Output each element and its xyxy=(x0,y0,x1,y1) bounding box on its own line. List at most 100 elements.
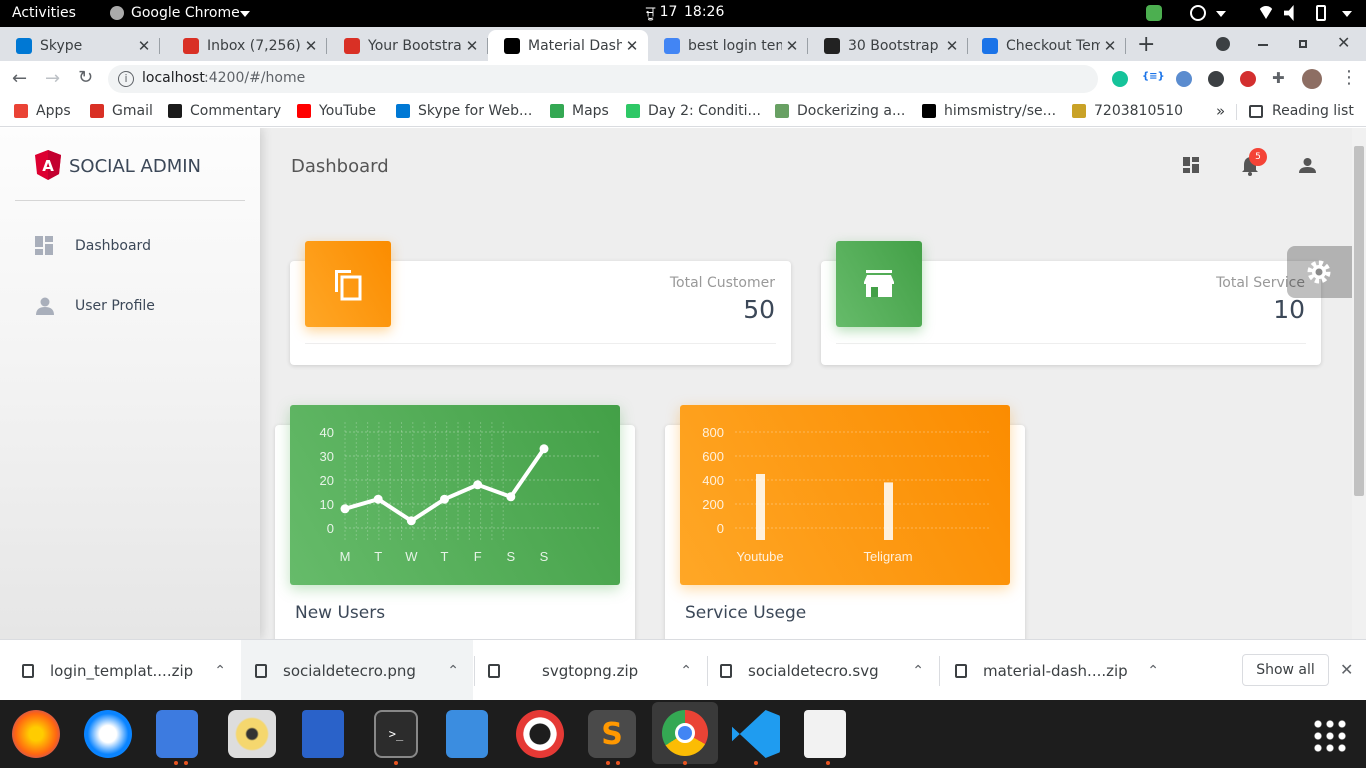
extension-icon[interactable] xyxy=(1176,71,1192,87)
sidebar-divider xyxy=(15,200,245,201)
download-item[interactable]: material-dash....zip ⌃ xyxy=(941,640,1173,701)
bookmark-item[interactable]: Skype for Web... xyxy=(396,103,532,119)
bookmark-item[interactable]: 7203810510 xyxy=(1072,103,1183,119)
chevron-up-icon[interactable]: ⌃ xyxy=(214,663,226,679)
bookmark-item[interactable]: Commentary xyxy=(168,103,281,119)
chevron-up-icon[interactable]: ⌃ xyxy=(447,663,459,679)
page-scrollbar[interactable] xyxy=(1352,128,1366,639)
tab-2[interactable]: Your Bootstra ✕ xyxy=(328,30,488,61)
tab-1[interactable]: Inbox (7,256) - ✕ xyxy=(167,30,327,61)
back-icon[interactable]: ← xyxy=(12,68,27,89)
bookmark-item[interactable]: Apps xyxy=(14,103,71,119)
reading-list-button[interactable]: Reading list xyxy=(1272,103,1354,119)
software-store-icon[interactable] xyxy=(446,710,488,758)
update-check-icon[interactable] xyxy=(1146,5,1162,21)
bookmarks-bar: Apps Gmail Commentary YouTube Skype for Web.… xyxy=(0,97,1366,127)
settings-fixed-plugin[interactable] xyxy=(1287,246,1357,298)
volume-icon[interactable] xyxy=(1284,5,1294,21)
tab-4[interactable]: best login tem ✕ xyxy=(648,30,808,61)
reload-icon[interactable]: ↻ xyxy=(78,67,93,88)
tab-6[interactable]: Checkout Tem ✕ xyxy=(966,30,1126,61)
grammarly-extension-icon[interactable] xyxy=(1112,71,1128,87)
download-item[interactable]: svgtopng.zip ⌃ xyxy=(474,640,706,701)
files-icon[interactable] xyxy=(156,710,198,758)
firefox-icon[interactable] xyxy=(12,710,60,758)
activities-button[interactable]: Activities xyxy=(12,5,76,21)
help-lifebuoy-icon[interactable] xyxy=(516,710,564,758)
app-menu[interactable]: Google Chrome xyxy=(131,5,240,21)
y-tick-label: 20 xyxy=(320,473,334,488)
rhythmbox-icon[interactable] xyxy=(228,710,276,758)
bookmark-item[interactable]: Day 2: Conditi... xyxy=(626,103,761,119)
terminal-icon[interactable]: >_ xyxy=(374,710,418,758)
x-tick-label: Youtube xyxy=(736,549,783,564)
battery-icon[interactable] xyxy=(1316,5,1326,21)
chrome-menu-icon[interactable]: ⋮ xyxy=(1340,67,1358,88)
tab-5[interactable]: 30 Bootstrap ✕ xyxy=(808,30,968,61)
extension-g-icon[interactable] xyxy=(1208,71,1224,87)
app-menu-arrow-icon xyxy=(240,11,250,17)
wifi-icon[interactable] xyxy=(1258,6,1274,19)
skype-icon xyxy=(16,37,32,54)
show-applications-icon[interactable] xyxy=(1312,718,1346,752)
chevron-up-icon[interactable]: ⌃ xyxy=(680,663,692,679)
close-window-icon[interactable]: ✕ xyxy=(1337,33,1350,52)
sidebar-item-user-profile[interactable]: User Profile xyxy=(35,296,155,316)
profile-avatar[interactable] xyxy=(1302,69,1322,89)
maximize-window-icon[interactable] xyxy=(1299,40,1307,48)
close-tab-icon[interactable]: ✕ xyxy=(301,37,321,55)
clock-date[interactable]: ਜੂ 17 xyxy=(646,4,677,20)
bookmark-item[interactable]: Dockerizing a... xyxy=(775,103,905,119)
vscode-icon[interactable] xyxy=(732,710,780,758)
scrollbar-thumb[interactable] xyxy=(1354,146,1364,496)
close-tab-icon[interactable]: ✕ xyxy=(1100,37,1120,55)
chrome-dock-highlight[interactable] xyxy=(652,702,718,764)
json-extension-icon[interactable]: {≡} xyxy=(1142,71,1165,82)
download-filename: login_templat....zip xyxy=(50,661,194,680)
bookmark-item[interactable]: YouTube xyxy=(297,103,376,119)
tab-0[interactable]: Skype ✕ xyxy=(0,30,160,61)
download-item[interactable]: socialdetecro.svg ⌃ xyxy=(706,640,938,701)
sidebar-item-dashboard[interactable]: Dashboard xyxy=(35,236,151,256)
download-item[interactable]: socialdetecro.png ⌃ xyxy=(241,640,473,701)
chevron-up-icon[interactable]: ⌃ xyxy=(1147,663,1159,679)
tab-3[interactable]: Material Dash ✕ xyxy=(488,30,648,61)
site-info-icon[interactable]: i xyxy=(118,71,134,87)
extension-red-icon[interactable] xyxy=(1240,71,1256,87)
document-viewer-icon[interactable] xyxy=(804,710,846,758)
close-downloads-icon[interactable]: ✕ xyxy=(1340,660,1353,679)
bookmark-item[interactable]: himsmistry/se... xyxy=(922,103,1056,119)
tab-separator xyxy=(1125,38,1126,54)
omnibox[interactable]: i localhost :4200/#/home xyxy=(108,65,1098,93)
chevron-up-icon[interactable]: ⌃ xyxy=(912,663,924,679)
extensions-puzzle-icon[interactable]: ✚ xyxy=(1272,69,1285,87)
bookmarks-overflow-icon[interactable]: » xyxy=(1216,102,1225,120)
bookmark-page-icon xyxy=(1072,104,1086,118)
minimize-window-icon[interactable] xyxy=(1258,44,1268,46)
bookmark-item[interactable]: Gmail xyxy=(90,103,153,119)
close-tab-icon[interactable]: ✕ xyxy=(782,37,802,55)
bar xyxy=(884,482,893,540)
bookmark-item[interactable]: Maps xyxy=(550,103,609,119)
show-all-button[interactable]: Show all xyxy=(1242,654,1329,686)
account-icon[interactable] xyxy=(1299,157,1316,174)
download-item[interactable]: login_templat....zip ⌃ xyxy=(8,640,240,701)
system-menu-arrow-icon[interactable] xyxy=(1342,11,1352,17)
tab-search-icon[interactable] xyxy=(1216,37,1230,51)
thunderbird-icon[interactable] xyxy=(84,710,132,758)
sublime-text-icon[interactable]: S xyxy=(588,710,636,758)
brand-title[interactable]: SOCIAL ADMIN xyxy=(69,156,201,177)
writer-icon[interactable] xyxy=(302,710,344,758)
close-tab-icon[interactable]: ✕ xyxy=(942,37,962,55)
forward-icon[interactable]: → xyxy=(45,68,60,89)
dashboard-icon[interactable] xyxy=(1183,157,1200,174)
page-title[interactable]: Dashboard xyxy=(291,156,389,177)
clock-time[interactable]: 18:26 xyxy=(684,4,724,20)
accessibility-icon[interactable] xyxy=(1190,5,1206,21)
file-icon xyxy=(22,663,34,678)
close-tab-icon[interactable]: ✕ xyxy=(462,37,482,55)
chrome-icon xyxy=(662,710,708,756)
new-tab-button[interactable]: + xyxy=(1137,32,1155,57)
close-tab-icon[interactable]: ✕ xyxy=(134,37,154,55)
close-tab-icon[interactable]: ✕ xyxy=(622,37,642,55)
